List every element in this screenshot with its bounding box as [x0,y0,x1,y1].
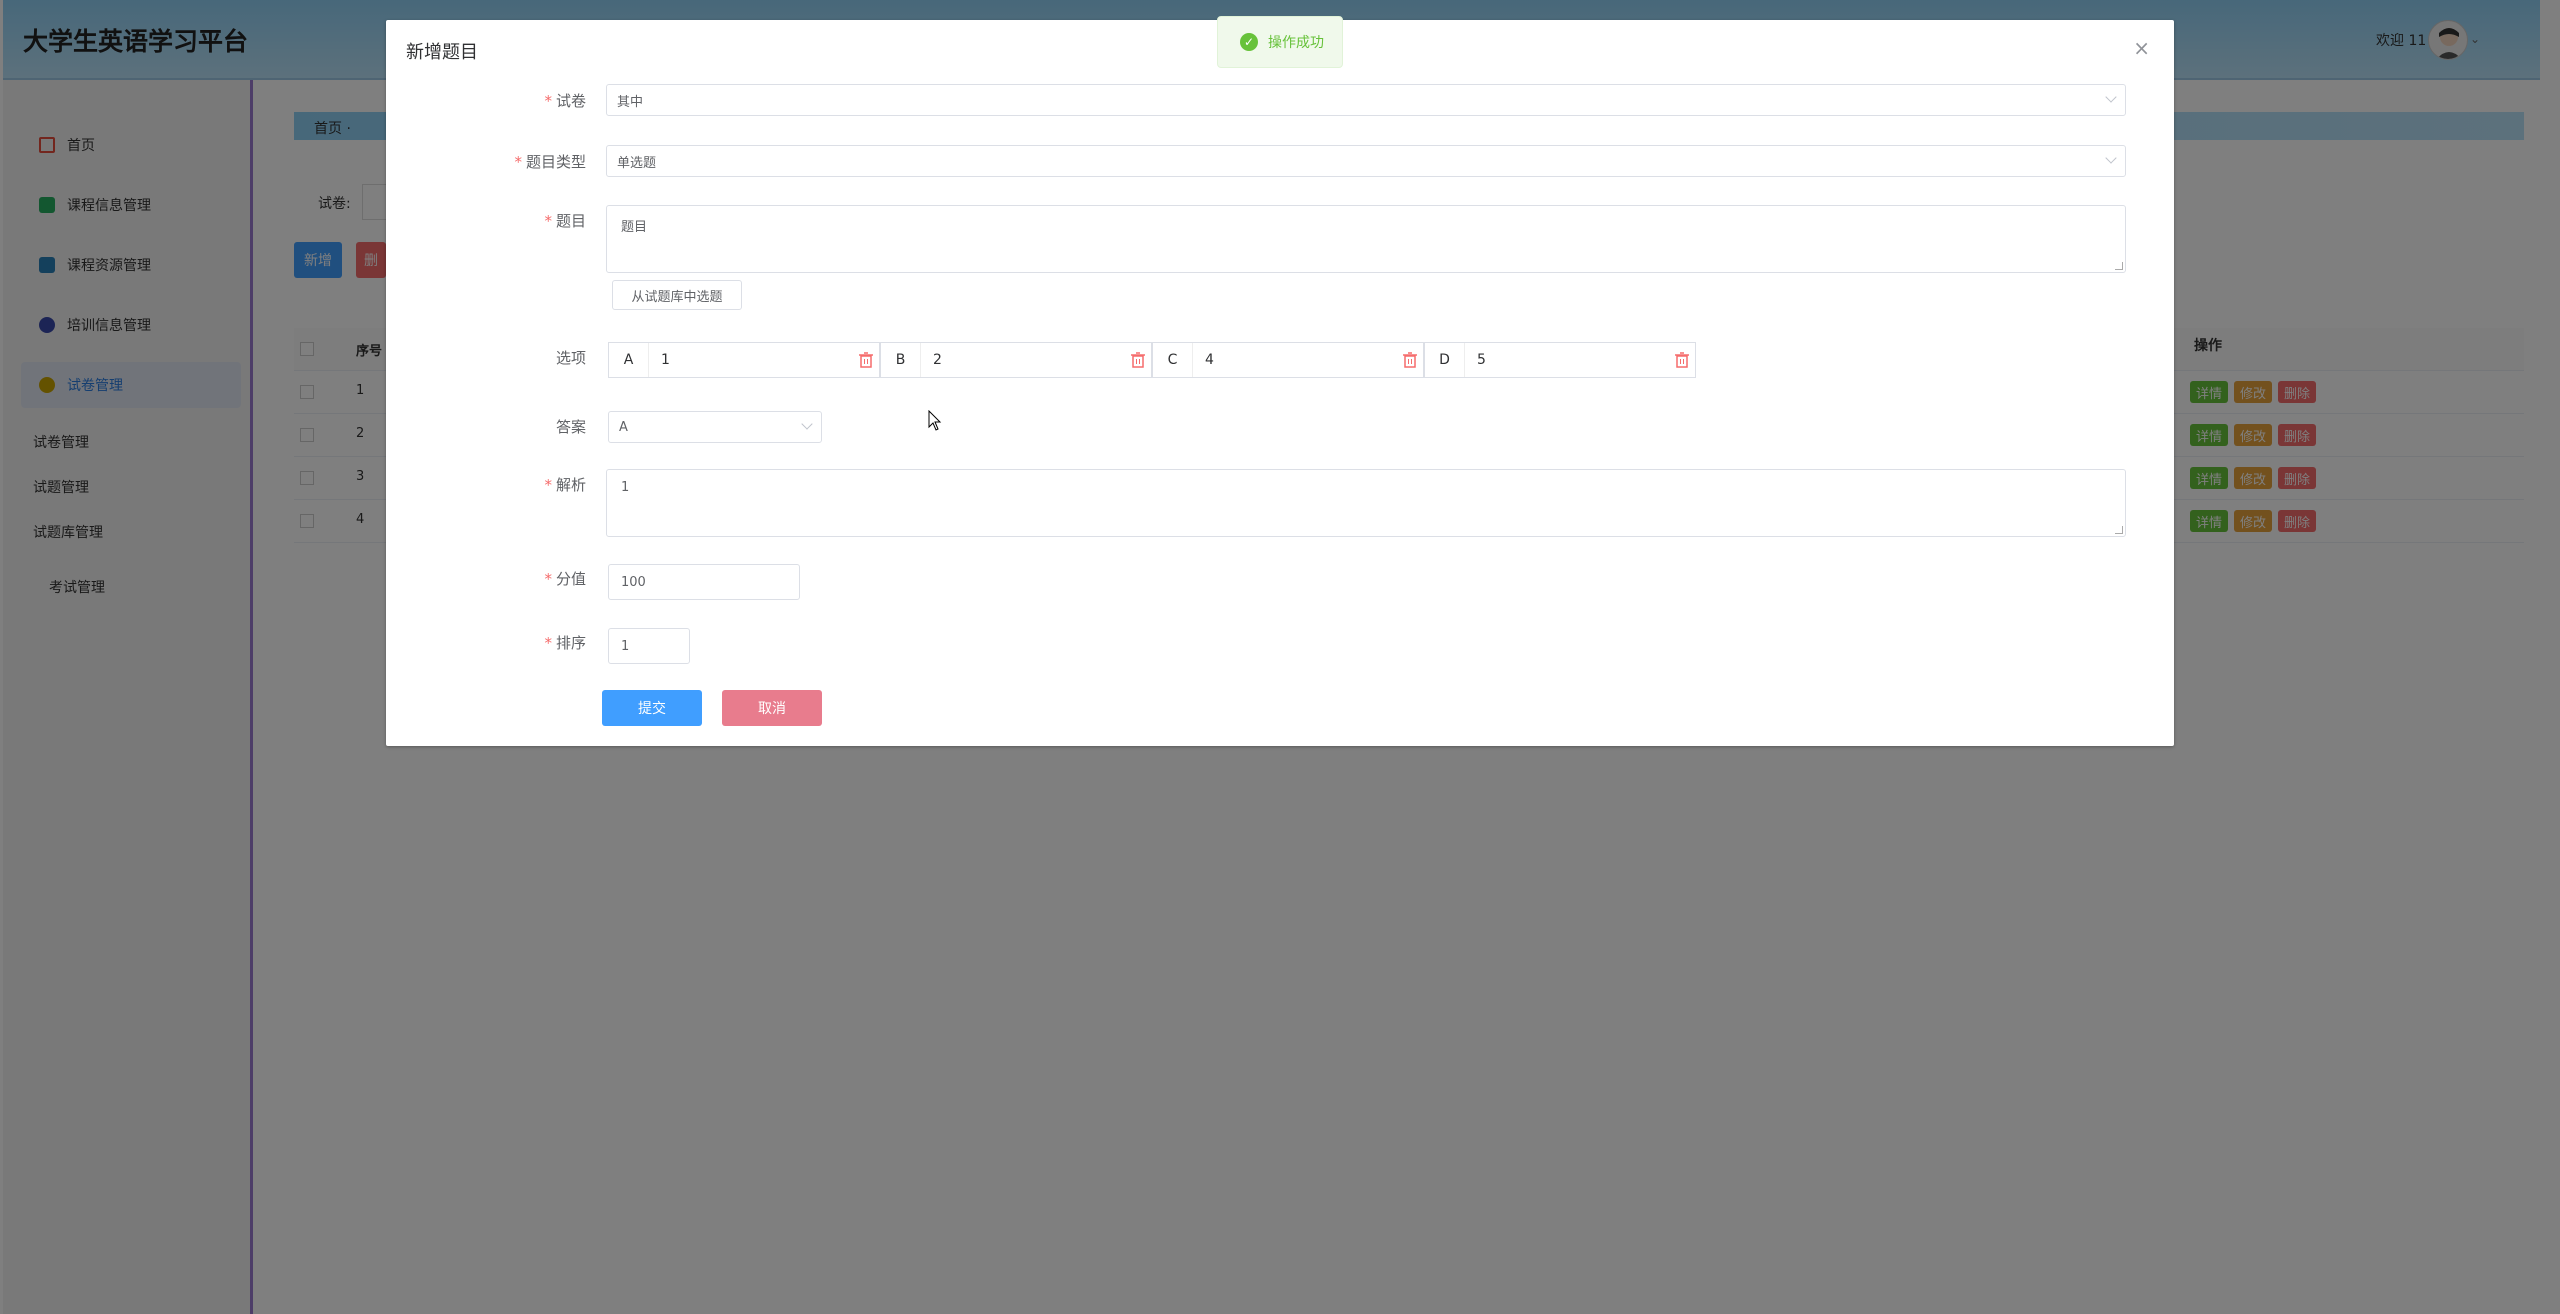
check-circle-icon: ✓ [1240,33,1258,51]
score-label: * 分值 [544,570,586,588]
paper-select-value: 其中 [617,94,644,110]
order-value: 1 [621,638,630,654]
paper-select[interactable]: 其中 [606,84,2126,116]
trash-icon[interactable] [859,352,873,368]
submit-button[interactable]: 提交 [602,690,702,726]
order-label-text: 排序 [555,634,586,652]
order-label: * 排序 [544,634,586,652]
options-label: 选项 [386,347,586,368]
type-label-text: 题目类型 [525,153,586,171]
type-select-value: 单选题 [617,155,657,171]
option-value-input[interactable]: 4 [1205,352,1214,368]
order-input[interactable]: 1 [608,628,690,664]
trash-icon[interactable] [1675,352,1689,368]
question-text: 题目 [621,220,648,235]
dialog-title: 新增题目 [406,42,478,63]
cancel-button[interactable]: 取消 [722,690,822,726]
question-label-text: 题目 [555,212,586,230]
add-question-dialog: 新增题目 × * 试卷 其中 * 题目类型 单选题 * 题目 题目 从试题库中选题 选… [386,20,2174,746]
resize-handle-icon[interactable] [2115,262,2123,270]
option-value-input[interactable]: 2 [933,352,942,368]
close-icon[interactable]: × [2133,36,2150,60]
option-a: A 1 [608,342,880,378]
resize-handle-icon[interactable] [2115,526,2123,534]
analysis-textarea[interactable]: 1 [606,469,2126,537]
option-letter: A [609,343,649,377]
option-value-input[interactable]: 1 [661,352,670,368]
analysis-label-text: 解析 [555,476,586,494]
success-toast: ✓ 操作成功 [1217,16,1343,68]
paper-label: * 试卷 [544,92,586,110]
trash-icon[interactable] [1131,352,1145,368]
chevron-down-icon [2105,91,2117,103]
option-letter: D [1425,343,1465,377]
chevron-down-icon [801,418,813,430]
option-d: D 5 [1424,342,1696,378]
answer-label-text: 答案 [555,418,586,436]
answer-select[interactable]: A [608,411,822,443]
option-letter: C [1153,343,1193,377]
options-label-text: 选项 [555,349,586,367]
type-select[interactable]: 单选题 [606,145,2126,177]
paper-label-text: 试卷 [555,92,586,110]
option-c: C 4 [1152,342,1424,378]
score-value: 100 [621,574,646,590]
answer-label: 答案 [386,416,586,437]
analysis-label: * 解析 [544,476,586,494]
toast-message: 操作成功 [1268,35,1324,51]
trash-icon[interactable] [1403,352,1417,368]
score-input[interactable]: 100 [608,564,800,600]
answer-select-value: A [619,419,628,435]
mouse-cursor-icon [928,410,942,431]
option-b: B 2 [880,342,1152,378]
option-value-input[interactable]: 5 [1477,352,1486,368]
pick-from-bank-button[interactable]: 从试题库中选题 [612,280,742,310]
type-label: * 题目类型 [514,153,586,171]
chevron-down-icon [2105,152,2117,164]
analysis-text: 1 [621,480,630,495]
option-letter: B [881,343,921,377]
question-textarea[interactable]: 题目 [606,205,2126,273]
score-label-text: 分值 [555,570,586,588]
question-label: * 题目 [544,212,586,230]
